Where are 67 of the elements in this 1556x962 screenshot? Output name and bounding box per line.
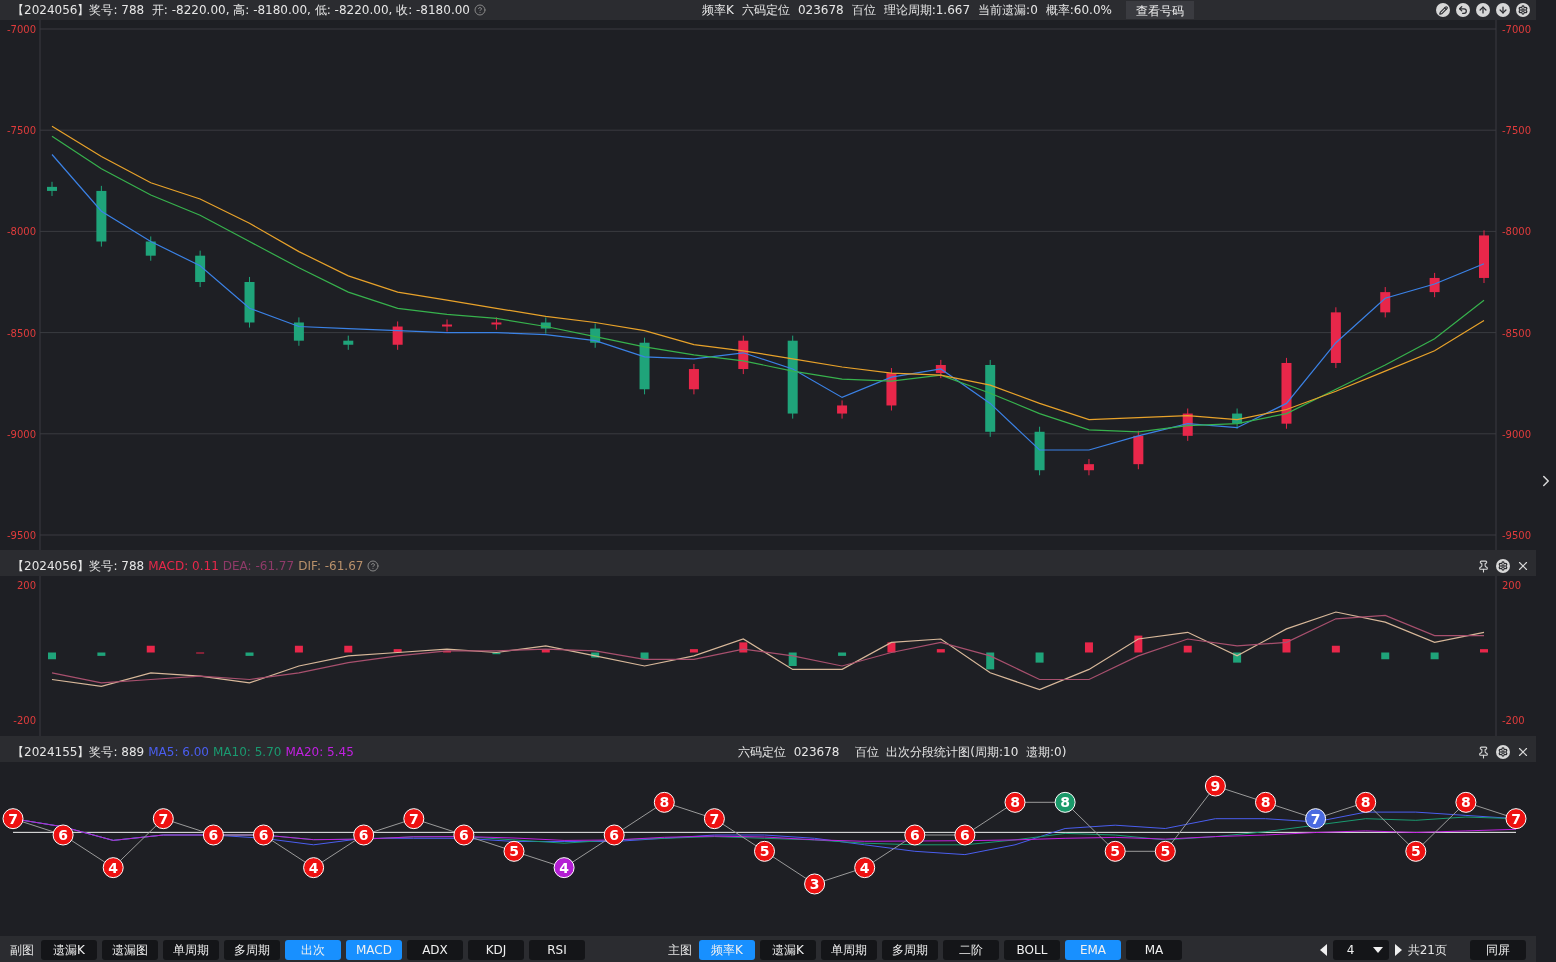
number-ball: 3 <box>804 873 826 895</box>
panel-title: 【2024056】奖号: 788 <box>12 557 145 575</box>
number-ball: 5 <box>503 840 525 862</box>
axis-label: -8000 <box>6 226 36 238</box>
number-ball: 4 <box>303 857 325 879</box>
number-ball: 8 <box>1255 791 1276 813</box>
axis-label: 200 <box>1502 580 1522 591</box>
axis-label: -8500 <box>6 327 36 339</box>
number-ball: 7 <box>403 808 425 830</box>
number-ball: 7 <box>1305 808 1327 830</box>
indicator-value: DEA: -61.77 <box>222 559 295 573</box>
number-ball: 6 <box>202 824 224 846</box>
axis-label: -9500 <box>6 530 36 541</box>
stat-text: 023678 <box>797 3 844 17</box>
number-ball: 6 <box>954 824 976 846</box>
axis-label: -9500 <box>1502 530 1532 541</box>
axis-label: -7500 <box>6 125 36 137</box>
stat-text: 理论周期:1.667 <box>883 1 971 19</box>
number-ball: 8 <box>1455 791 1477 813</box>
stat-text: 概率:60.0% <box>1045 1 1112 19</box>
number-ball: 8 <box>1054 791 1076 813</box>
number-ball: 6 <box>453 824 475 846</box>
number-ball: 7 <box>152 808 174 830</box>
page-count: 共21页 <box>1407 941 1447 959</box>
number-ball: 5 <box>1104 840 1126 862</box>
axis-label: 200 <box>16 580 36 591</box>
number-ball: 5 <box>1405 840 1427 862</box>
indicator-value: MA5: 6.00 <box>148 745 209 759</box>
axis-label: -7000 <box>1502 24 1532 35</box>
indicator-value: MACD: 0.11 <box>148 559 219 573</box>
number-ball: 9 <box>1204 775 1226 797</box>
stat-text: 六码定位 <box>741 1 790 19</box>
number-ball: 7 <box>1505 808 1527 830</box>
number-ball: 5 <box>754 840 775 862</box>
indicator-value: MA20: 5.45 <box>285 745 354 759</box>
toolbar-label: 主图 <box>668 941 692 959</box>
number-ball: 4 <box>553 857 575 879</box>
number-ball: 7 <box>703 808 725 830</box>
number-ball: 7 <box>2 808 24 830</box>
number-ball: 8 <box>1004 791 1026 813</box>
number-ball: 6 <box>904 824 926 846</box>
stat-text: 频率K <box>702 1 734 19</box>
indicator-value: DIF: -61.67 <box>298 559 364 573</box>
number-ball: 4 <box>102 857 124 879</box>
axis-label: -8000 <box>1502 226 1532 238</box>
number-ball: 6 <box>52 824 74 846</box>
axis-label: -200 <box>13 715 36 726</box>
stat-text: 百位 <box>851 1 876 19</box>
number-ball: 4 <box>854 857 876 879</box>
axis-label: -8500 <box>1502 327 1532 339</box>
axis-label: -9000 <box>6 428 36 440</box>
toolbar-label: 副图 <box>10 941 34 959</box>
axis-label: -7000 <box>6 24 36 35</box>
panel-title: 【2024056】奖号: 788 开: -8220.00, 高: -8180.00, 低: -8220.00, 收: -8180.00 <box>12 1 470 19</box>
number-ball: 6 <box>253 824 274 846</box>
number-ball: 6 <box>353 824 375 846</box>
number-ball: 5 <box>1154 840 1176 862</box>
axis-label: -7500 <box>1502 125 1532 137</box>
axis-label: -9000 <box>1502 428 1532 440</box>
indicator-value: MA10: 5.70 <box>213 745 282 759</box>
stat-text: 当前遗漏:0 <box>978 1 1038 19</box>
number-ball: 8 <box>1355 791 1377 813</box>
axis-label: -200 <box>1502 715 1525 726</box>
number-ball: 8 <box>653 791 675 813</box>
number-ball: 6 <box>603 824 625 846</box>
chart-title: 六码定位 023678 百位 出次分段统计图(周期:10 遗期:0) <box>738 743 1067 761</box>
panel-title: 【2024155】奖号: 889 <box>12 743 145 761</box>
